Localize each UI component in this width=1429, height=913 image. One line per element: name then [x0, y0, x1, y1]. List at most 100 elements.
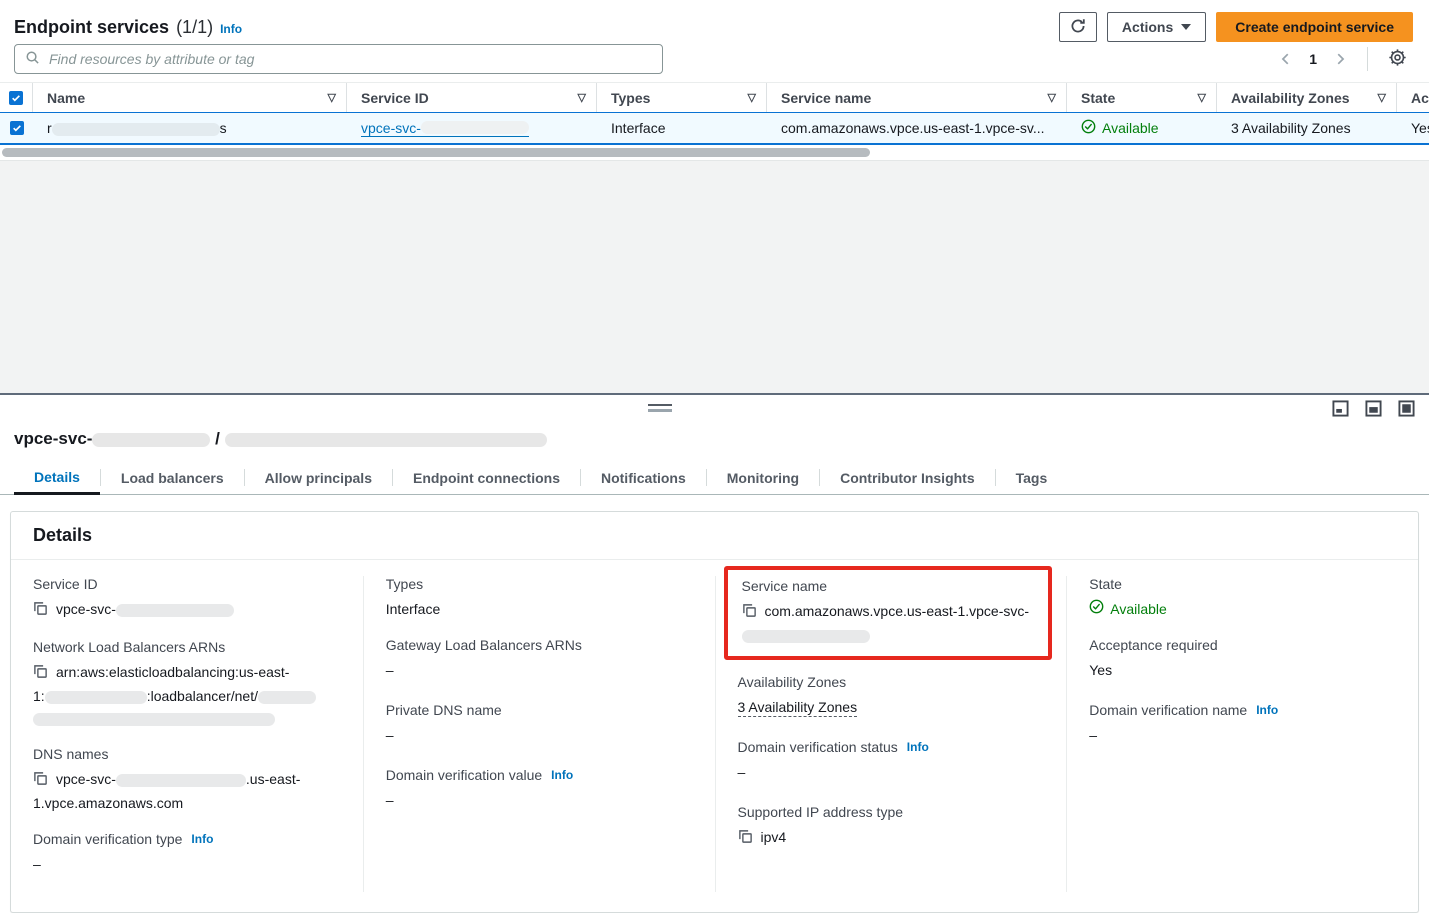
field-value: – — [386, 724, 693, 746]
availability-zones-link[interactable]: 3 Availability Zones — [1231, 120, 1351, 136]
cell-name: rs — [33, 120, 347, 136]
table-toolbar: 1 — [0, 44, 1429, 82]
column-header-availability-zones[interactable]: Availability Zones — [1231, 90, 1350, 106]
table-row[interactable]: rs vpce-svc- Interface com.amazonaws.vpc… — [0, 112, 1429, 145]
page-header: Endpoint services (1/1) Info Actions Cre… — [0, 0, 1429, 44]
state-label: Available — [1110, 598, 1167, 620]
field-private-dns-name: Private DNS name – — [386, 702, 693, 746]
filter-icon[interactable]: ▽ — [748, 91, 756, 104]
status-badge: Available — [1081, 119, 1159, 137]
actions-button[interactable]: Actions — [1107, 12, 1206, 42]
field-domain-verification-value: Domain verification value Info – — [386, 767, 693, 811]
column-header-service-id[interactable]: Service ID — [361, 90, 429, 106]
tab-bar: Details Load balancers Allow principals … — [0, 461, 1429, 495]
column-header-types[interactable]: Types — [611, 90, 650, 106]
create-endpoint-service-button[interactable]: Create endpoint service — [1216, 12, 1413, 42]
check-circle-icon — [1081, 119, 1096, 137]
info-link[interactable]: Info — [907, 740, 929, 754]
panel-title: vpce-svc- / — [0, 395, 1429, 449]
copy-icon[interactable] — [33, 600, 48, 622]
split-panel-drag-handle[interactable] — [648, 404, 672, 412]
field-label: Availability Zones — [738, 674, 1045, 690]
info-link[interactable]: Info — [191, 832, 213, 846]
tab-endpoint-connections[interactable]: Endpoint connections — [393, 461, 580, 494]
search-input[interactable] — [47, 50, 652, 68]
panel-size-small-button[interactable] — [1332, 400, 1349, 417]
scrollbar-thumb[interactable] — [2, 148, 870, 157]
field-state: State Available — [1089, 576, 1396, 620]
filter-icon[interactable]: ▽ — [1198, 91, 1206, 104]
redacted-text — [421, 121, 529, 134]
tab-tags[interactable]: Tags — [996, 461, 1068, 494]
tab-contributor-insights[interactable]: Contributor Insights — [820, 461, 995, 494]
availability-zones-link[interactable]: 3 Availability Zones — [738, 699, 858, 717]
column-header-acceptance[interactable]: Acceptance required — [1411, 90, 1429, 106]
select-all-checkbox[interactable] — [9, 91, 23, 105]
gear-icon — [1388, 48, 1407, 70]
panel-size-full-button[interactable] — [1398, 400, 1415, 417]
copy-icon[interactable] — [33, 663, 48, 685]
field-label: Gateway Load Balancers ARNs — [386, 637, 693, 653]
toolbar-divider — [1367, 47, 1368, 71]
dns-line1-end: .us-east- — [246, 771, 300, 787]
next-page-button[interactable] — [1327, 50, 1353, 68]
copy-icon[interactable] — [33, 770, 48, 792]
dns-line2: 1.vpce.amazonaws.com — [33, 792, 341, 814]
page-title: Endpoint services — [14, 17, 169, 38]
info-link[interactable]: Info — [1256, 703, 1278, 717]
info-link[interactable]: Info — [551, 768, 573, 782]
tab-monitoring[interactable]: Monitoring — [707, 461, 819, 494]
panel-size-medium-button[interactable] — [1365, 400, 1382, 417]
search-box[interactable] — [14, 44, 663, 74]
field-value: – — [1089, 724, 1396, 746]
search-icon — [25, 50, 40, 68]
filter-icon[interactable]: ▽ — [1378, 91, 1386, 104]
panel-medium-icon — [1365, 400, 1382, 417]
tab-allow-principals[interactable]: Allow principals — [245, 461, 392, 494]
tab-notifications[interactable]: Notifications — [581, 461, 706, 494]
header-info-link[interactable]: Info — [220, 22, 242, 36]
filter-icon[interactable]: ▽ — [328, 91, 336, 104]
field-label: Domain verification status — [738, 739, 898, 755]
empty-background — [0, 160, 1429, 393]
column-header-service-name[interactable]: Service name — [781, 90, 871, 106]
current-page-number: 1 — [1303, 51, 1323, 67]
column-header-name[interactable]: Name — [47, 90, 85, 106]
redacted-text — [45, 691, 147, 704]
service-name-value: com.amazonaws.vpce.us-east-1.vpce-svc- — [765, 603, 1030, 619]
panel-title-prefix: vpce-svc- — [14, 429, 92, 448]
resource-count: (1/1) — [176, 17, 213, 38]
tab-load-balancers[interactable]: Load balancers — [101, 461, 244, 494]
horizontal-scrollbar[interactable] — [0, 145, 1429, 160]
panel-full-icon — [1398, 400, 1415, 417]
copy-icon[interactable] — [738, 828, 753, 850]
filter-icon[interactable]: ▽ — [578, 91, 586, 104]
tab-details[interactable]: Details — [14, 461, 100, 495]
field-value: Yes — [1089, 659, 1396, 681]
service-id-link[interactable]: vpce-svc- — [361, 120, 529, 137]
refresh-button[interactable] — [1059, 12, 1097, 42]
preferences-button[interactable] — [1382, 47, 1413, 71]
field-value: – — [738, 761, 1045, 783]
field-label: Domain verification value — [386, 767, 542, 783]
redacted-text — [116, 774, 246, 787]
field-acceptance-required: Acceptance required Yes — [1089, 637, 1396, 681]
column-header-state[interactable]: State — [1081, 90, 1115, 106]
field-label: Private DNS name — [386, 702, 693, 718]
redacted-text — [225, 433, 547, 447]
table-header-row: Name ▽ Service ID ▽ Types ▽ Service name ▽ S… — [0, 82, 1429, 112]
details-column-2: Types Interface Gateway Load Balancers A… — [363, 576, 715, 892]
field-value: Interface — [386, 598, 693, 620]
field-label: Acceptance required — [1089, 637, 1396, 653]
service-id-value: vpce-svc- — [56, 601, 116, 617]
previous-page-button[interactable] — [1273, 50, 1299, 68]
field-label: Domain verification name — [1089, 702, 1247, 718]
details-card: Details Service ID vpce-svc- Network Loa… — [10, 511, 1419, 913]
field-label: Network Load Balancers ARNs — [33, 639, 341, 655]
redacted-text — [33, 713, 275, 726]
row-checkbox[interactable] — [10, 121, 24, 135]
filter-icon[interactable]: ▽ — [1048, 91, 1056, 104]
cell-types: Interface — [597, 120, 767, 136]
dns-line1: vpce-svc- — [56, 771, 116, 787]
copy-icon[interactable] — [742, 602, 757, 624]
